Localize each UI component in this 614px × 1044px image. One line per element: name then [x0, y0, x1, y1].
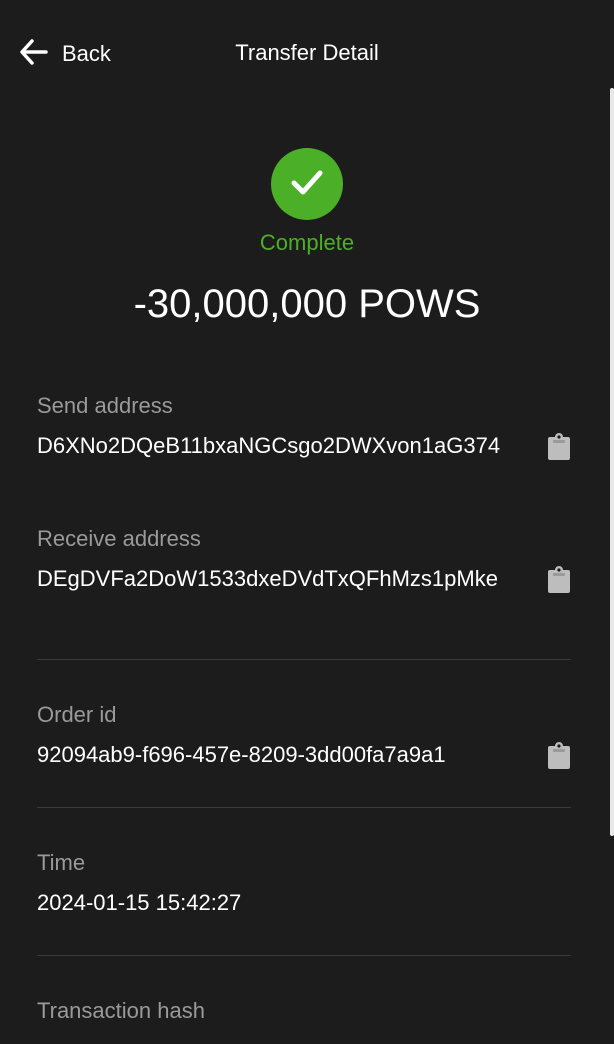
send-address-section: Send address D6XNo2DQeB11bxaNGCsgo2DWXvo…: [37, 393, 571, 461]
time-row: 2024-01-15 15:42:27: [37, 888, 571, 918]
send-address-label: Send address: [37, 393, 173, 418]
time-value: 2024-01-15 15:42:27: [37, 890, 242, 915]
receive-address-row: DEgDVFa2DoW1533dxeDVdTxQFhMzs1pMke: [37, 564, 571, 594]
order-id-section: Order id 92094ab9-f696-457e-8209-3dd00fa…: [37, 702, 571, 770]
page-title: Transfer Detail: [235, 40, 379, 65]
transaction-hash-section: Transaction hash: [37, 998, 571, 1024]
order-id-label: Order id: [37, 702, 117, 727]
transaction-hash-label: Transaction hash: [37, 998, 205, 1023]
order-id-value: 92094ab9-f696-457e-8209-3dd00fa7a9a1: [37, 742, 446, 767]
header-bar: Back Transfer Detail: [0, 0, 614, 108]
send-address-value: D6XNo2DQeB11bxaNGCsgo2DWXvon1aG374: [37, 433, 501, 458]
copy-order-id-clipboard-icon[interactable]: [547, 740, 571, 770]
receive-address-label: Receive address: [37, 526, 201, 551]
status-block: Complete: [0, 148, 614, 256]
status-text: Complete: [259, 230, 355, 255]
receive-address-value: DEgDVFa2DoW1533dxeDVdTxQFhMzs1pMke: [37, 566, 498, 591]
order-id-row: 92094ab9-f696-457e-8209-3dd00fa7a9a1: [37, 740, 571, 770]
divider: [37, 659, 571, 660]
transfer-amount: -30,000,000 POWS: [133, 282, 481, 326]
send-address-row: D6XNo2DQeB11bxaNGCsgo2DWXvon1aG374: [37, 431, 571, 461]
copy-receive-address-clipboard-icon[interactable]: [547, 564, 571, 594]
divider: [37, 955, 571, 956]
time-section: Time 2024-01-15 15:42:27: [37, 850, 571, 918]
check-icon: [287, 162, 327, 207]
copy-send-address-clipboard-icon[interactable]: [547, 431, 571, 461]
time-label: Time: [37, 850, 86, 875]
status-circle: [271, 148, 343, 220]
divider: [37, 807, 571, 808]
receive-address-section: Receive address DEgDVFa2DoW1533dxeDVdTxQ…: [37, 526, 571, 594]
